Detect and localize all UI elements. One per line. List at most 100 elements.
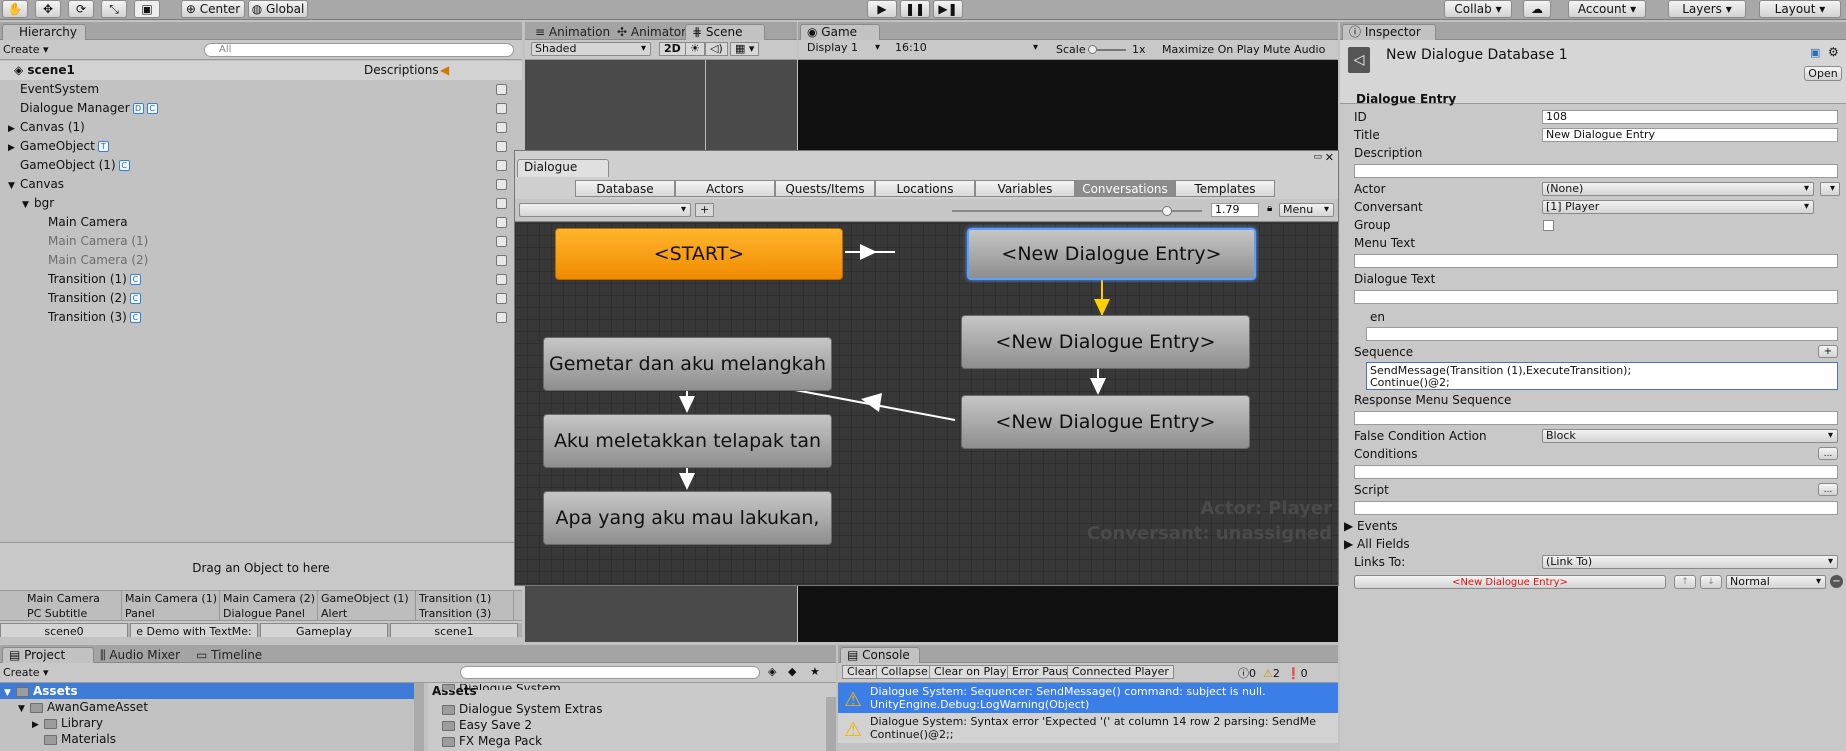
- tab-dialogue[interactable]: Dialogue: [517, 159, 609, 177]
- tab-scene[interactable]: ⋕ Scene: [685, 24, 765, 40]
- group-checkbox[interactable]: [1543, 220, 1554, 231]
- script-wizard-button[interactable]: ...: [1818, 483, 1838, 496]
- node-apa-yang[interactable]: Apa yang aku mau lakukan,: [543, 491, 832, 545]
- visibility-toggle-icon[interactable]: [496, 217, 507, 228]
- maximize-icon[interactable]: ▭: [1313, 152, 1322, 162]
- id-field[interactable]: 108: [1542, 110, 1838, 124]
- project-tree-item[interactable]: Materials: [0, 731, 414, 747]
- scene-tab[interactable]: scene1: [390, 623, 518, 637]
- zoom-input[interactable]: 1.79: [1211, 203, 1259, 217]
- image-effects-icon[interactable]: ▦ ▾: [730, 42, 760, 56]
- visibility-toggle-icon[interactable]: [496, 198, 507, 209]
- conditions-field[interactable]: [1354, 465, 1838, 479]
- project-files-scrollbar[interactable]: [826, 697, 836, 751]
- scale-slider-thumb[interactable]: [1088, 45, 1097, 54]
- error-count-icon[interactable]: ❗: [1287, 667, 1301, 680]
- console-toolbar-button[interactable]: Connected Player: [1067, 665, 1174, 679]
- scene-tab[interactable]: Gameplay: [260, 623, 388, 637]
- dialogue-text-en-field[interactable]: [1366, 327, 1838, 341]
- dialogue-menu-dropdown[interactable]: Menu: [1279, 203, 1334, 217]
- tab-inspector[interactable]: ⓘ Inspector: [1342, 24, 1436, 40]
- remove-link-icon[interactable]: −: [1830, 575, 1843, 588]
- help-icon[interactable]: ▣: [1810, 46, 1820, 59]
- display-dropdown[interactable]: Display 1: [804, 42, 884, 56]
- link-priority-dropdown[interactable]: Normal: [1726, 575, 1826, 589]
- tab-project[interactable]: ▤ Project: [2, 647, 94, 663]
- audio-toggle-icon[interactable]: ◁): [705, 42, 728, 56]
- tab-console[interactable]: ▤ Console: [840, 647, 920, 663]
- node-entry-3[interactable]: <New Dialogue Entry>: [961, 395, 1250, 449]
- project-file-item[interactable]: Dialogue System: [428, 684, 836, 690]
- conversation-dropdown[interactable]: [519, 203, 691, 217]
- tab-timeline[interactable]: ▭ Timeline: [196, 648, 262, 662]
- console-toolbar-button[interactable]: Clear: [842, 665, 881, 679]
- conditions-wizard-button[interactable]: ...: [1818, 447, 1838, 460]
- pivot-center-button[interactable]: ⊕ Center: [181, 0, 245, 18]
- dialogue-tab[interactable]: Conversations: [1075, 180, 1175, 197]
- node-entry-2[interactable]: <New Dialogue Entry>: [961, 315, 1250, 369]
- collab-button[interactable]: Collab ▾: [1444, 0, 1512, 18]
- visibility-toggle-icon[interactable]: [496, 179, 507, 190]
- pause-button[interactable]: ❚❚: [900, 0, 930, 18]
- visibility-toggle-icon[interactable]: [496, 122, 507, 133]
- info-count-icon[interactable]: ⓘ: [1238, 667, 1249, 680]
- conversant-dropdown[interactable]: [1] Player: [1542, 200, 1814, 214]
- project-create-button[interactable]: Create ▾: [3, 666, 49, 679]
- object-grid-cell[interactable]: Main Camera: [24, 591, 122, 606]
- space-global-button[interactable]: ◍ Global: [248, 0, 308, 18]
- dialogue-tab[interactable]: Templates: [1175, 180, 1275, 197]
- tab-hierarchy[interactable]: Hierarchy: [2, 24, 86, 40]
- cloud-icon[interactable]: ☁: [1523, 0, 1551, 18]
- console-message[interactable]: ⚠ Dialogue System: Sequencer: SendMessage…: [838, 683, 1338, 713]
- visibility-toggle-icon[interactable]: [496, 160, 507, 171]
- layers-button[interactable]: Layers ▾: [1668, 0, 1746, 18]
- hierarchy-item[interactable]: Transition (1) C: [0, 270, 522, 289]
- console-toolbar-button[interactable]: Clear on Play: [929, 665, 1012, 679]
- lock-icon[interactable]: 🔒︎: [1267, 203, 1272, 214]
- filter-label-icon[interactable]: ◆: [788, 665, 796, 678]
- dialogue-tab[interactable]: Variables: [975, 180, 1075, 197]
- links-to-dropdown[interactable]: (Link To): [1542, 555, 1838, 569]
- visibility-toggle-icon[interactable]: [496, 103, 507, 114]
- toggle-2d-button[interactable]: 2D: [659, 42, 686, 56]
- visibility-toggle-icon[interactable]: [496, 255, 507, 266]
- shading-mode-dropdown[interactable]: Shaded: [531, 42, 651, 56]
- project-tree-item[interactable]: ▼ Assets: [0, 683, 414, 699]
- link-target-button[interactable]: <New Dialogue Entry>: [1354, 575, 1666, 589]
- hierarchy-item[interactable]: Transition (3) C: [0, 308, 522, 327]
- account-button[interactable]: Account ▾: [1568, 0, 1646, 18]
- visibility-toggle-icon[interactable]: [496, 293, 507, 304]
- actor-picker-button[interactable]: [1820, 182, 1840, 196]
- project-file-item[interactable]: Dialogue System Extras: [428, 701, 836, 717]
- move-link-up-icon[interactable]: ↑: [1674, 575, 1696, 589]
- aspect-dropdown[interactable]: 16:10: [892, 42, 1042, 56]
- hierarchy-item[interactable]: Dialogue Manager D C: [0, 99, 522, 118]
- menu-text-field[interactable]: [1354, 254, 1838, 268]
- hierarchy-item[interactable]: ▶ GameObject T: [0, 137, 522, 156]
- all-fields-foldout[interactable]: ▶ All Fields: [1344, 537, 1410, 551]
- rect-tool-icon[interactable]: ▣: [134, 0, 160, 18]
- visibility-toggle-icon[interactable]: [496, 141, 507, 152]
- events-foldout[interactable]: ▶ Events: [1344, 519, 1398, 533]
- hierarchy-create-button[interactable]: Create ▾: [3, 43, 49, 56]
- dialogue-tab[interactable]: Quests/Items: [775, 180, 875, 197]
- dialogue-tab[interactable]: Locations: [875, 180, 975, 197]
- node-aku-meletakkan[interactable]: Aku meletakkan telapak tan: [543, 414, 832, 468]
- scale-tool-icon[interactable]: ⤡: [101, 0, 127, 18]
- sequence-textarea[interactable]: SendMessage(Transition (1),ExecuteTransi…: [1366, 362, 1838, 390]
- tab-animation[interactable]: ≡ Animation: [535, 25, 610, 39]
- dialogue-tab[interactable]: Actors: [675, 180, 775, 197]
- hierarchy-item[interactable]: ▼ Canvas: [0, 175, 522, 194]
- hierarchy-item[interactable]: ▶ Canvas (1): [0, 118, 522, 137]
- object-grid-cell[interactable]: Transition (3): [416, 606, 514, 621]
- zoom-slider[interactable]: [952, 206, 1202, 216]
- hand-tool-icon[interactable]: ✋: [2, 0, 28, 18]
- hierarchy-item[interactable]: EventSystem: [0, 80, 522, 99]
- project-tree-scrollbar[interactable]: [414, 683, 424, 751]
- hierarchy-item[interactable]: ▼ bgr: [0, 194, 522, 213]
- visibility-toggle-icon[interactable]: [496, 312, 507, 323]
- console-message[interactable]: ⚠ Dialogue System: Syntax error 'Expected…: [838, 713, 1338, 743]
- play-button[interactable]: ▶: [867, 0, 897, 18]
- object-grid-cell[interactable]: Transition (1): [416, 591, 514, 606]
- rotate-tool-icon[interactable]: ⟳: [68, 0, 94, 18]
